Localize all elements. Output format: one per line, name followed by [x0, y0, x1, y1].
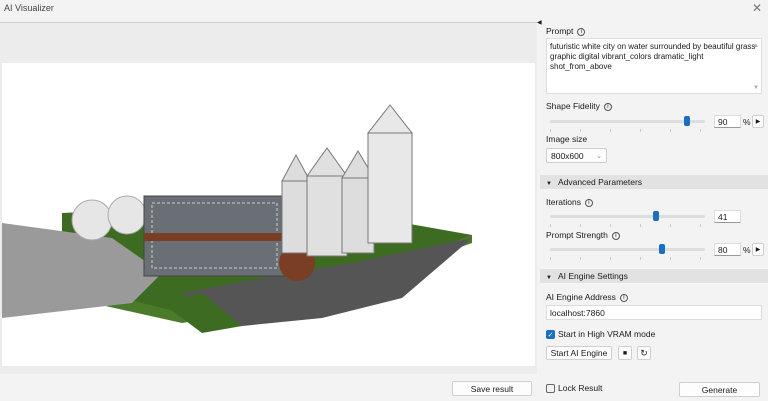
- lock-result-label: Lock Result: [558, 383, 603, 393]
- percent-unit: %: [743, 117, 751, 127]
- section-title: Advanced Parameters: [557, 177, 643, 187]
- image-size-label: Image size: [546, 134, 588, 144]
- info-icon[interactable]: i: [611, 231, 620, 240]
- iterations-text: Iterations: [546, 197, 581, 207]
- info-icon[interactable]: i: [584, 198, 593, 207]
- high-vram-checkbox[interactable]: ✓ Start in High VRAM mode: [546, 329, 656, 340]
- iterations-slider[interactable]: [550, 211, 705, 227]
- prompt-label: Prompt i: [546, 26, 586, 36]
- engine-address-text: AI Engine Address: [546, 292, 616, 302]
- refresh-icon[interactable]: ↻: [637, 346, 651, 360]
- iterations-value[interactable]: 41: [714, 210, 741, 223]
- prompt-textarea[interactable]: futuristic white city on water surrounde…: [546, 38, 762, 94]
- triangle-down-icon: ▼: [546, 181, 552, 187]
- section-title: AI Engine Settings: [557, 271, 628, 281]
- info-icon[interactable]: i: [577, 27, 586, 36]
- image-size-value: 800x600: [551, 150, 584, 161]
- shape-fidelity-value[interactable]: 90: [714, 115, 741, 128]
- image-size-select[interactable]: 800x600 ⌄: [546, 148, 607, 163]
- prompt-text: futuristic white city on water surrounde…: [550, 42, 756, 71]
- window-title: AI Visualizer: [4, 3, 54, 13]
- slider-thumb[interactable]: [653, 211, 659, 221]
- high-vram-label: Start in High VRAM mode: [558, 329, 656, 339]
- shape-fidelity-slider[interactable]: [550, 116, 705, 132]
- shape-fidelity-text: Shape Fidelity: [546, 101, 600, 111]
- engine-address-label: AI Engine Address i: [546, 292, 628, 302]
- prompt-strength-text: Prompt Strength: [546, 230, 608, 240]
- stop-icon[interactable]: ■: [618, 346, 632, 360]
- info-icon[interactable]: i: [603, 102, 612, 111]
- prompt-strength-slider[interactable]: [550, 244, 705, 260]
- start-ai-engine-button[interactable]: Start AI Engine: [546, 346, 612, 360]
- checkbox-box[interactable]: [546, 384, 555, 394]
- scrollbar[interactable]: ▲ ▼: [752, 41, 760, 93]
- expand-arrow-icon[interactable]: ▶: [752, 115, 764, 128]
- advanced-parameters-header[interactable]: ▼ Advanced Parameters: [540, 175, 768, 189]
- expand-arrow-icon[interactable]: ▶: [752, 243, 764, 256]
- slider-thumb[interactable]: [684, 116, 690, 126]
- prompt-label-text: Prompt: [546, 26, 574, 36]
- chevron-down-icon: ⌄: [596, 152, 602, 160]
- percent-unit: %: [743, 245, 751, 255]
- save-result-button[interactable]: Save result: [452, 381, 532, 396]
- lock-result-checkbox[interactable]: Lock Result: [546, 383, 603, 394]
- prompt-strength-value[interactable]: 80: [714, 243, 741, 256]
- ai-engine-settings-header[interactable]: ▼ AI Engine Settings: [540, 269, 768, 283]
- slider-thumb[interactable]: [659, 244, 665, 254]
- collapse-panel-icon[interactable]: ◀: [537, 19, 542, 26]
- info-icon[interactable]: i: [619, 293, 628, 302]
- engine-address-input[interactable]: localhost:7860: [546, 305, 762, 320]
- prompt-strength-label: Prompt Strength i: [546, 230, 620, 240]
- generate-button[interactable]: Generate: [679, 382, 760, 397]
- shape-fidelity-label: Shape Fidelity i: [546, 101, 612, 111]
- triangle-down-icon: ▼: [546, 275, 552, 281]
- iterations-label: Iterations i: [546, 197, 593, 207]
- checkmark-icon[interactable]: ✓: [546, 330, 555, 340]
- result-image: [2, 63, 535, 366]
- close-icon[interactable]: ✕: [752, 1, 762, 15]
